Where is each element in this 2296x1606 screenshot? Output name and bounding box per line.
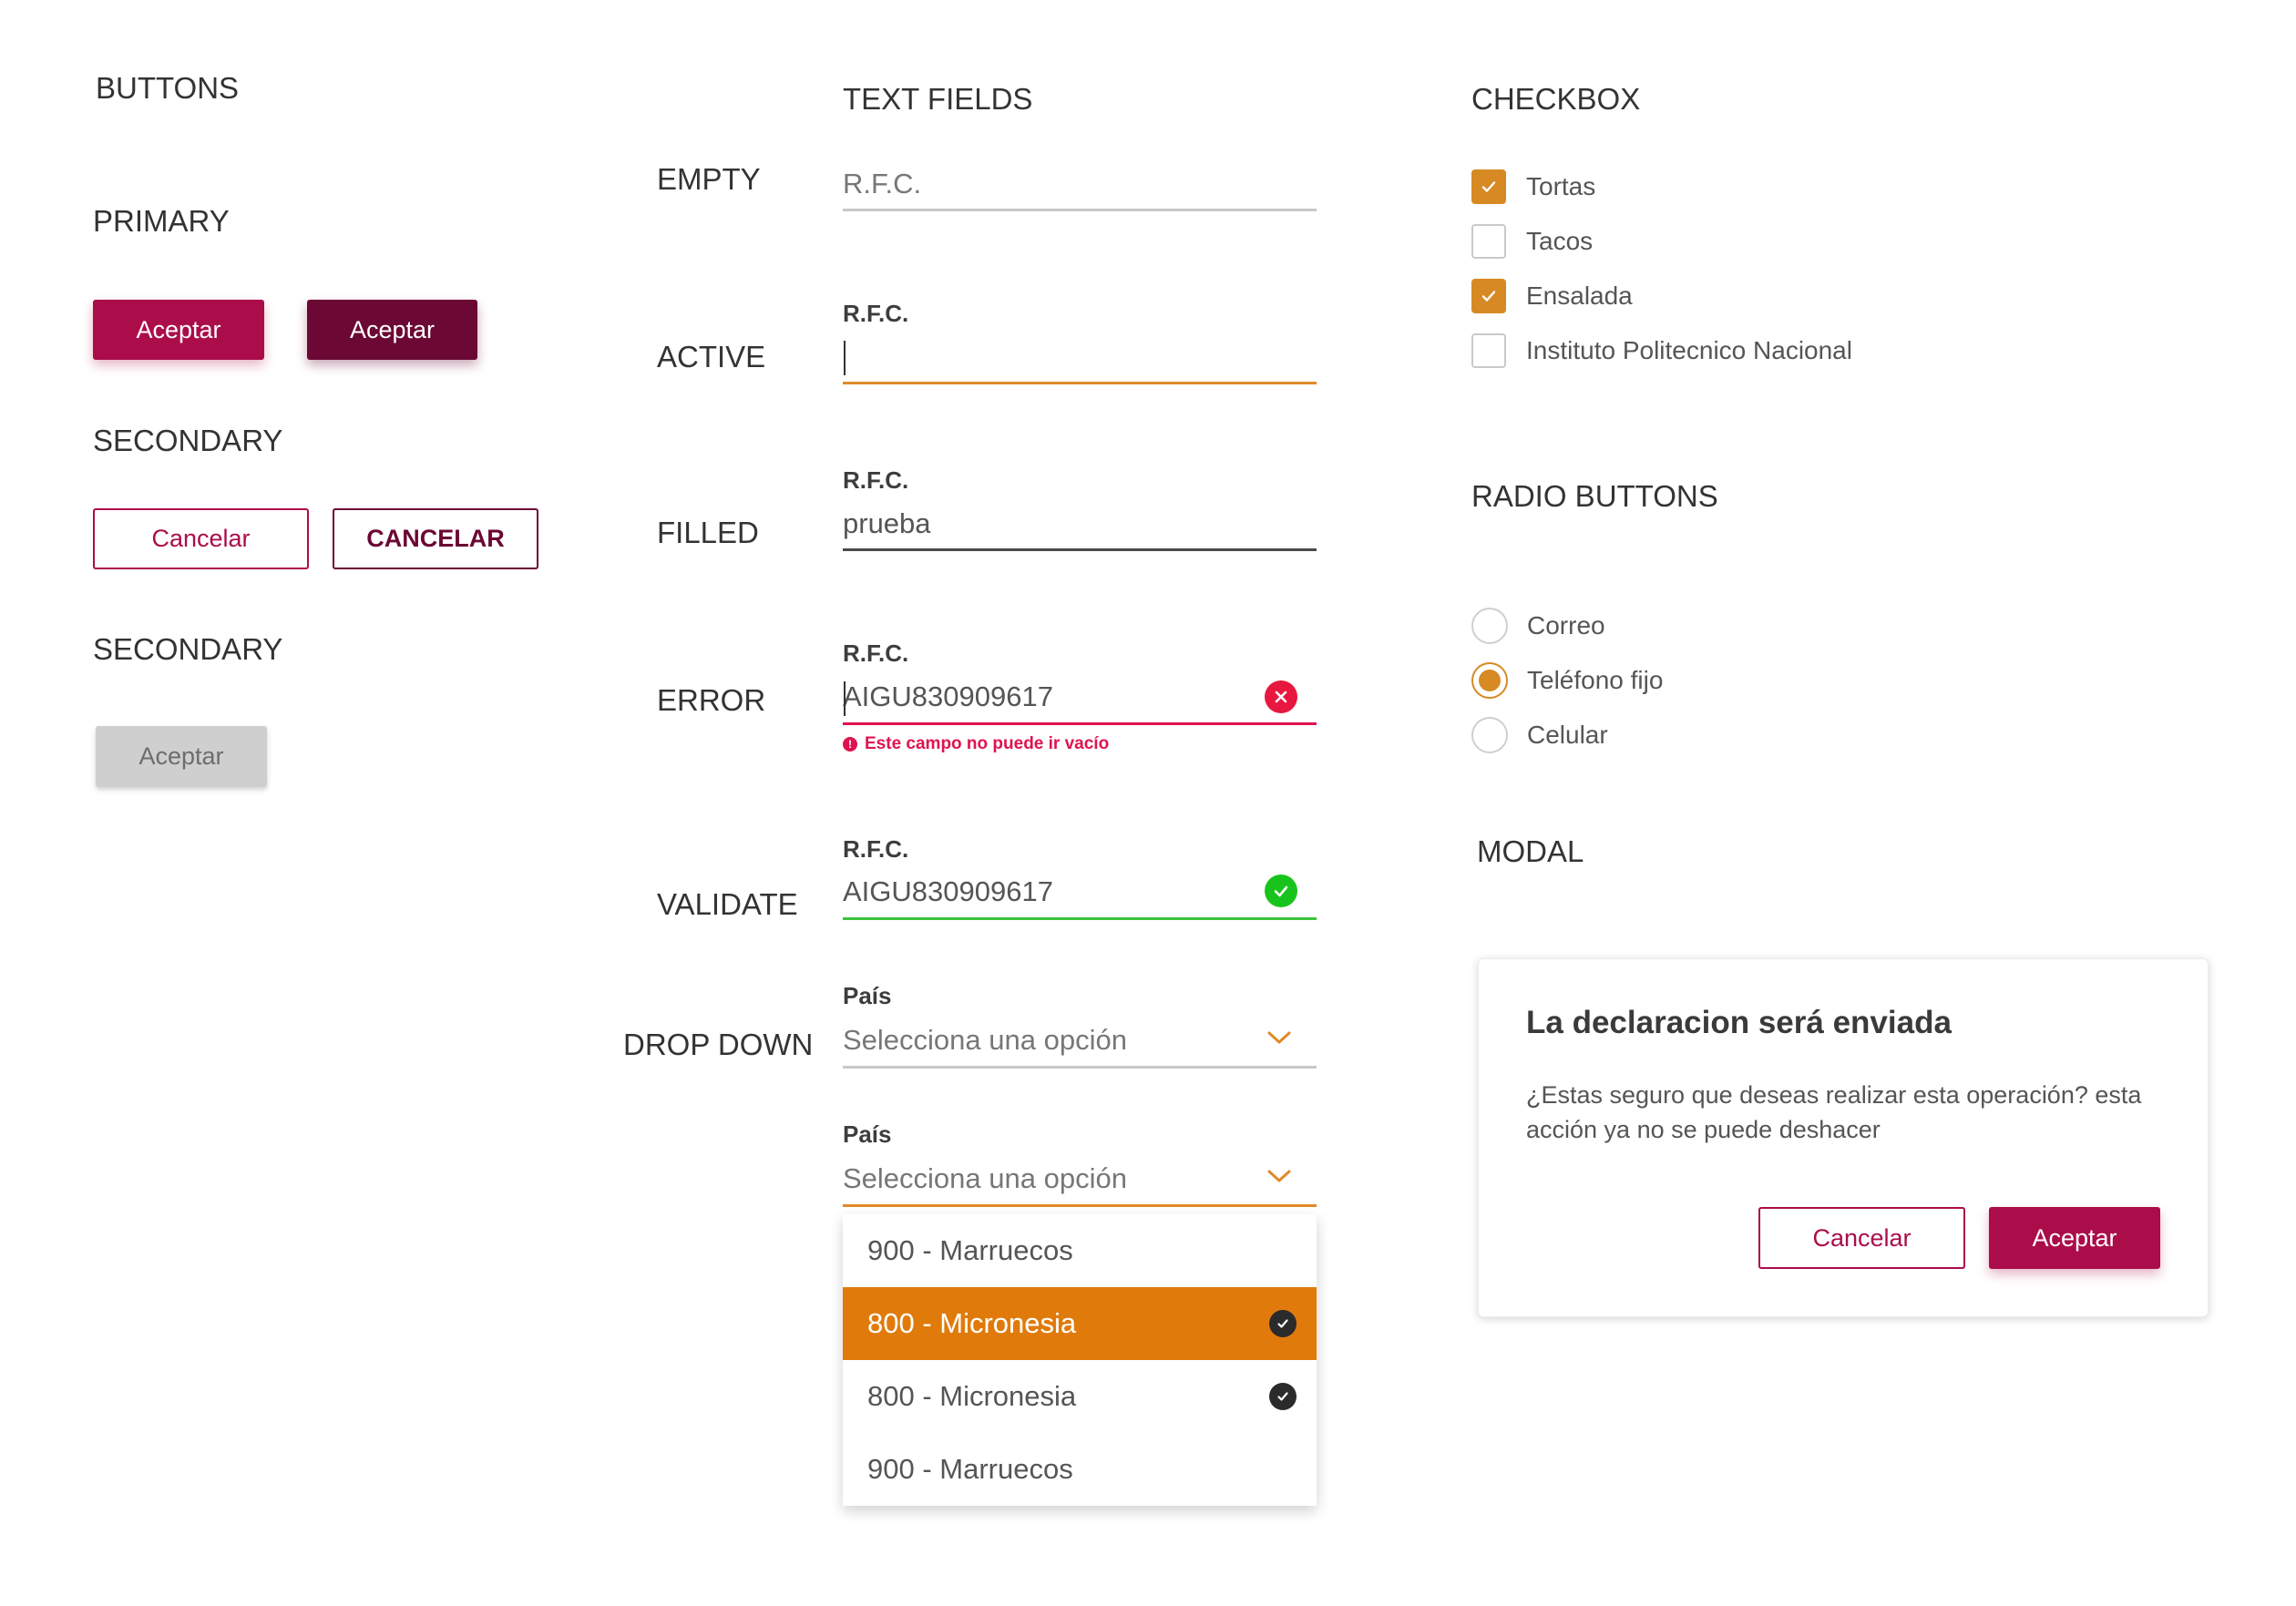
option-label: 800 - Micronesia [867, 1380, 1077, 1412]
country-options-list: 900 - Marruecos 800 - Micronesia 800 - M… [843, 1214, 1317, 1506]
country-open-underline [843, 1204, 1317, 1207]
modal-body: ¿Estas seguro que deseas realizar esta o… [1526, 1081, 2142, 1143]
chevron-down-icon[interactable] [1266, 1029, 1292, 1050]
rfc-error-input[interactable]: AIGU830909617 [843, 680, 1053, 713]
radio-item-telefono[interactable]: Teléfono fijo [1471, 662, 1663, 699]
radio-label: Correo [1527, 611, 1605, 639]
error-state-label: ERROR [657, 683, 766, 717]
country-closed-label: País [843, 982, 892, 1009]
checkbox-label: Ensalada [1526, 281, 1633, 310]
chevron-down-icon[interactable] [1266, 1168, 1292, 1189]
option-label: 900 - Marruecos [867, 1234, 1073, 1266]
secondary-cancel-button[interactable]: Cancelar [93, 508, 309, 569]
disabled-accept-button: Aceptar [96, 726, 267, 787]
rfc-empty-underline [843, 209, 1317, 211]
radio-label: Celular [1527, 721, 1608, 749]
checkbox-label: Tortas [1526, 172, 1596, 200]
rfc-validate-input[interactable]: AIGU830909617 [843, 875, 1053, 908]
error-x-icon[interactable] [1265, 680, 1297, 713]
checkbox-checked-icon[interactable] [1471, 279, 1506, 313]
radio-heading: RADIO BUTTONS [1471, 479, 1718, 513]
radio-checked-icon[interactable] [1471, 662, 1508, 699]
rfc-active-underline [843, 382, 1317, 384]
text-caret [844, 681, 846, 716]
rfc-active-label: R.F.C. [843, 300, 909, 327]
country-open-label: País [843, 1120, 892, 1148]
check-circle-icon [1269, 1310, 1297, 1337]
country-open-select[interactable]: Selecciona una opción [843, 1162, 1127, 1195]
modal-accept-button[interactable]: Aceptar [1989, 1207, 2160, 1269]
checkbox-item-tortas[interactable]: Tortas [1471, 169, 1595, 204]
secondary-heading: SECONDARY [93, 424, 283, 457]
rfc-validate-underline [843, 917, 1317, 920]
radio-unchecked-icon[interactable] [1471, 608, 1508, 644]
check-circle-icon [1269, 1383, 1297, 1410]
secondary-cancel-upper-button[interactable]: CANCELAR [333, 508, 538, 569]
dropdown-option[interactable]: 900 - Marruecos [843, 1214, 1317, 1287]
empty-state-label: EMPTY [657, 162, 761, 196]
error-message: ! Este campo no puede ir vacío [843, 734, 1109, 754]
primary-pressed-accept-button[interactable]: Aceptar [307, 300, 477, 360]
primary-accept-button[interactable]: Aceptar [93, 300, 264, 360]
option-label: 900 - Marruecos [867, 1453, 1073, 1485]
rfc-empty-placeholder[interactable]: R.F.C. [843, 168, 921, 200]
checkbox-item-ipn[interactable]: Instituto Politecnico Nacional [1471, 333, 1852, 368]
buttons-heading: BUTTONS [96, 71, 240, 105]
disabled-heading: SECONDARY [93, 632, 283, 666]
rfc-filled-underline [843, 548, 1317, 551]
active-state-label: ACTIVE [657, 340, 766, 373]
dropdown-option-selected[interactable]: 800 - Micronesia [843, 1287, 1317, 1360]
rfc-filled-input[interactable]: prueba [843, 507, 931, 540]
confirmation-modal: La declaracion será enviada ¿Estas segur… [1478, 958, 2209, 1317]
rfc-filled-label: R.F.C. [843, 466, 909, 494]
rfc-error-underline [843, 722, 1317, 725]
rfc-validate-label: R.F.C. [843, 835, 909, 863]
checkbox-checked-icon[interactable] [1471, 169, 1506, 204]
dropdown-option[interactable]: 800 - Micronesia [843, 1360, 1317, 1433]
radio-item-correo[interactable]: Correo [1471, 608, 1605, 644]
checkbox-heading: CHECKBOX [1471, 82, 1641, 116]
modal-cancel-button[interactable]: Cancelar [1758, 1207, 1965, 1269]
country-closed-select[interactable]: Selecciona una opción [843, 1024, 1127, 1057]
checkbox-item-tacos[interactable]: Tacos [1471, 224, 1593, 259]
check-circle-icon [1265, 875, 1297, 907]
validate-state-label: VALIDATE [657, 887, 798, 921]
country-closed-underline [843, 1066, 1317, 1069]
radio-label: Teléfono fijo [1527, 666, 1664, 694]
error-alert-icon: ! [843, 737, 857, 752]
text-fields-heading: TEXT FIELDS [843, 82, 1033, 116]
modal-heading: MODAL [1477, 834, 1584, 868]
checkbox-item-ensalada[interactable]: Ensalada [1471, 279, 1633, 313]
option-label: 800 - Micronesia [867, 1307, 1077, 1339]
radio-unchecked-icon[interactable] [1471, 717, 1508, 753]
checkbox-label: Tacos [1526, 227, 1594, 255]
primary-heading: PRIMARY [93, 204, 230, 238]
checkbox-unchecked-icon[interactable] [1471, 333, 1506, 368]
rfc-error-label: R.F.C. [843, 639, 909, 667]
checkbox-unchecked-icon[interactable] [1471, 224, 1506, 259]
modal-title: La declaracion será enviada [1526, 1005, 1952, 1040]
checkbox-label: Instituto Politecnico Nacional [1526, 336, 1852, 364]
rfc-active-input[interactable] [843, 341, 1317, 377]
dropdown-state-label: DROP DOWN [623, 1028, 814, 1061]
dropdown-option[interactable]: 900 - Marruecos [843, 1433, 1317, 1506]
text-caret [844, 341, 846, 375]
radio-item-celular[interactable]: Celular [1471, 717, 1608, 753]
error-message-text: Este campo no puede ir vacío [865, 734, 1110, 753]
filled-state-label: FILLED [657, 516, 759, 549]
